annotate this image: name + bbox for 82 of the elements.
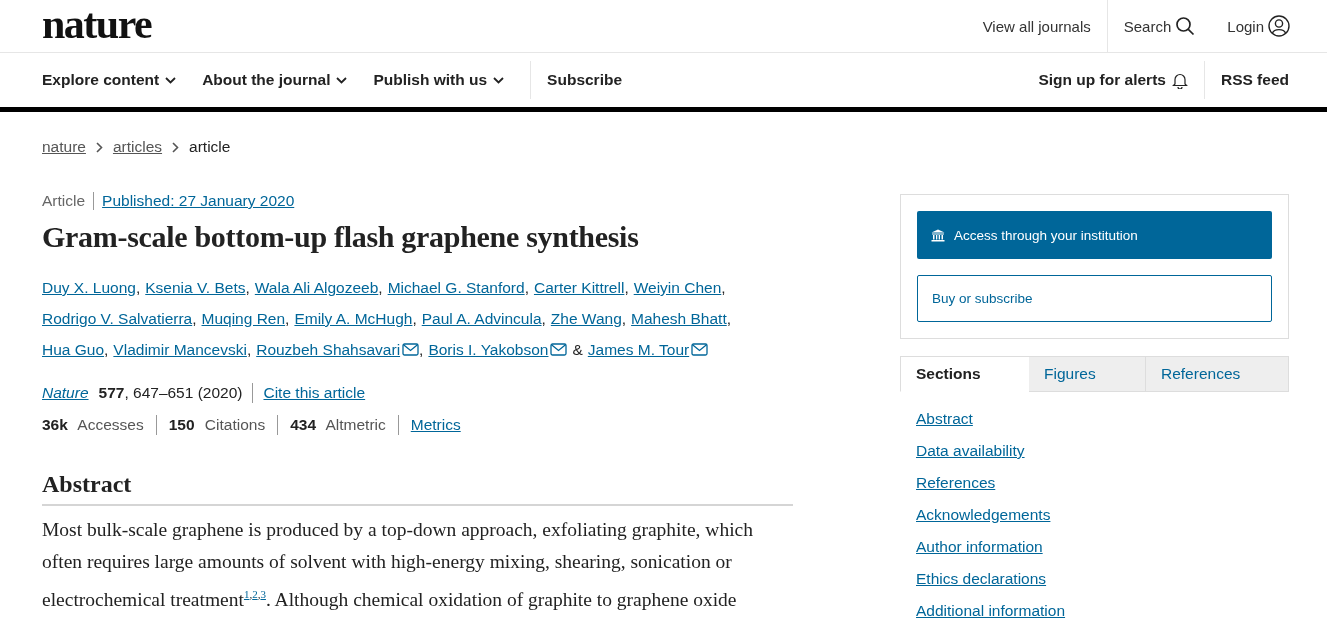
section-heading: Abstract [42, 471, 793, 506]
section-link[interactable]: Ethics declarations [916, 568, 1047, 590]
author-separator: , [285, 310, 290, 327]
article-type: Article [42, 192, 95, 210]
author-separator: , [624, 279, 629, 296]
article-title: Gram-scale bottom-up flash graphene synthesis [42, 220, 640, 254]
nav-link[interactable]: Sign up for alerts [1038, 61, 1188, 99]
section-link[interactable]: Abstract [916, 408, 973, 430]
bell-icon [1171, 71, 1188, 89]
header-link[interactable]: Search [1106, 0, 1212, 52]
citation-text: 577, 647–651 (2020) [98, 384, 243, 402]
reference-link[interactable]: 2 [252, 588, 258, 600]
sidebar-tab[interactable]: Sections [900, 356, 1029, 392]
author-link[interactable]: Carter Kittrell [533, 279, 625, 296]
nature-logo[interactable]: nature [42, 3, 152, 45]
author-link[interactable]: Ksenia V. Bets [145, 279, 246, 296]
author-link[interactable]: Emily A. McHugh [294, 310, 413, 327]
section-link[interactable]: Author information [916, 536, 1043, 558]
sidebar-tab[interactable]: Figures [1029, 356, 1146, 392]
author-separator: & [572, 341, 583, 358]
buy-subscribe-button[interactable]: Buy or subscribe [917, 275, 1272, 322]
author-separator: , [721, 279, 726, 296]
author-separator: , [726, 310, 732, 327]
journal-link[interactable]: Nature [42, 384, 89, 402]
section-link[interactable]: Additional information [916, 600, 1066, 622]
institution-icon [931, 228, 945, 242]
section-link[interactable]: Data availability [916, 440, 1025, 462]
author-link[interactable]: Muqing Ren [201, 310, 286, 327]
author-separator: , [135, 279, 141, 296]
author-link[interactable]: Rouzbeh Shahsavari [256, 341, 420, 358]
section-link[interactable]: References [916, 472, 996, 494]
chevron-down-icon [336, 76, 348, 84]
breadcrumb-link[interactable]: articles [112, 138, 163, 156]
sidebar-tab[interactable]: References [1146, 356, 1289, 392]
user-icon [1268, 15, 1290, 37]
author-separator: , [378, 279, 383, 296]
author-separator: , [245, 279, 250, 296]
published-date-link[interactable]: Published: 27 January 2020 [102, 192, 295, 210]
reference-link[interactable]: 3 [260, 588, 266, 600]
author-separator: , [621, 310, 627, 327]
reference-link[interactable]: 1 [243, 588, 250, 600]
section-link[interactable]: Acknowledgements [916, 504, 1051, 526]
stat-text: 150 Citations [168, 416, 266, 434]
author-link[interactable]: Boris I. Yakobson [428, 341, 568, 358]
chevron-down-icon [165, 76, 177, 84]
header-link[interactable]: Login [1211, 0, 1290, 52]
breadcrumb-link[interactable]: nature [42, 138, 86, 156]
header-link[interactable]: View all journals [966, 0, 1107, 52]
envelope-icon [691, 343, 709, 356]
author-link[interactable]: Zhe Wang [550, 310, 622, 327]
author-separator: , [192, 310, 197, 327]
stat-text: 36k Accesses [42, 416, 144, 434]
chevron-right-icon [95, 141, 103, 153]
reference-separator: , [257, 588, 261, 600]
author-separator: , [541, 310, 546, 327]
nav-menu-item[interactable]: About the journal [202, 61, 348, 99]
author-separator: , [104, 341, 109, 358]
nav-menu-item[interactable]: Subscribe [530, 61, 623, 99]
author-link[interactable]: Mahesh Bhatt [631, 310, 727, 327]
nav-menu-item[interactable]: Explore content [42, 61, 177, 99]
author-separator: , [524, 279, 529, 296]
reference-separator: , [249, 588, 253, 600]
chevron-right-icon [172, 141, 180, 153]
nav-link[interactable]: RSS feed [1203, 61, 1289, 99]
author-link[interactable]: Michael G. Stanford [387, 279, 525, 296]
author-separator: , [246, 341, 252, 358]
metrics-link[interactable]: Metrics [410, 416, 461, 434]
author-separator: , [419, 341, 424, 358]
breadcrumb-current: article [189, 138, 231, 156]
author-separator: , [412, 310, 417, 327]
search-icon [1175, 16, 1196, 36]
stat-text: 434 Altmetric [290, 416, 386, 434]
nav-menu-item[interactable]: Publish with us [373, 61, 505, 99]
author-link[interactable]: Duy X. Luong [42, 279, 136, 296]
envelope-icon [402, 343, 420, 356]
author-link[interactable]: James M. Tour [587, 341, 709, 358]
institution-access-button[interactable]: Access through your institution [917, 211, 1272, 259]
envelope-icon [550, 343, 568, 356]
author-link[interactable]: Paul A. Advincula [421, 310, 542, 327]
author-link[interactable]: Vladimir Mancevski [113, 341, 247, 358]
cite-link[interactable]: Cite this article [263, 384, 366, 402]
chevron-down-icon [493, 76, 505, 84]
